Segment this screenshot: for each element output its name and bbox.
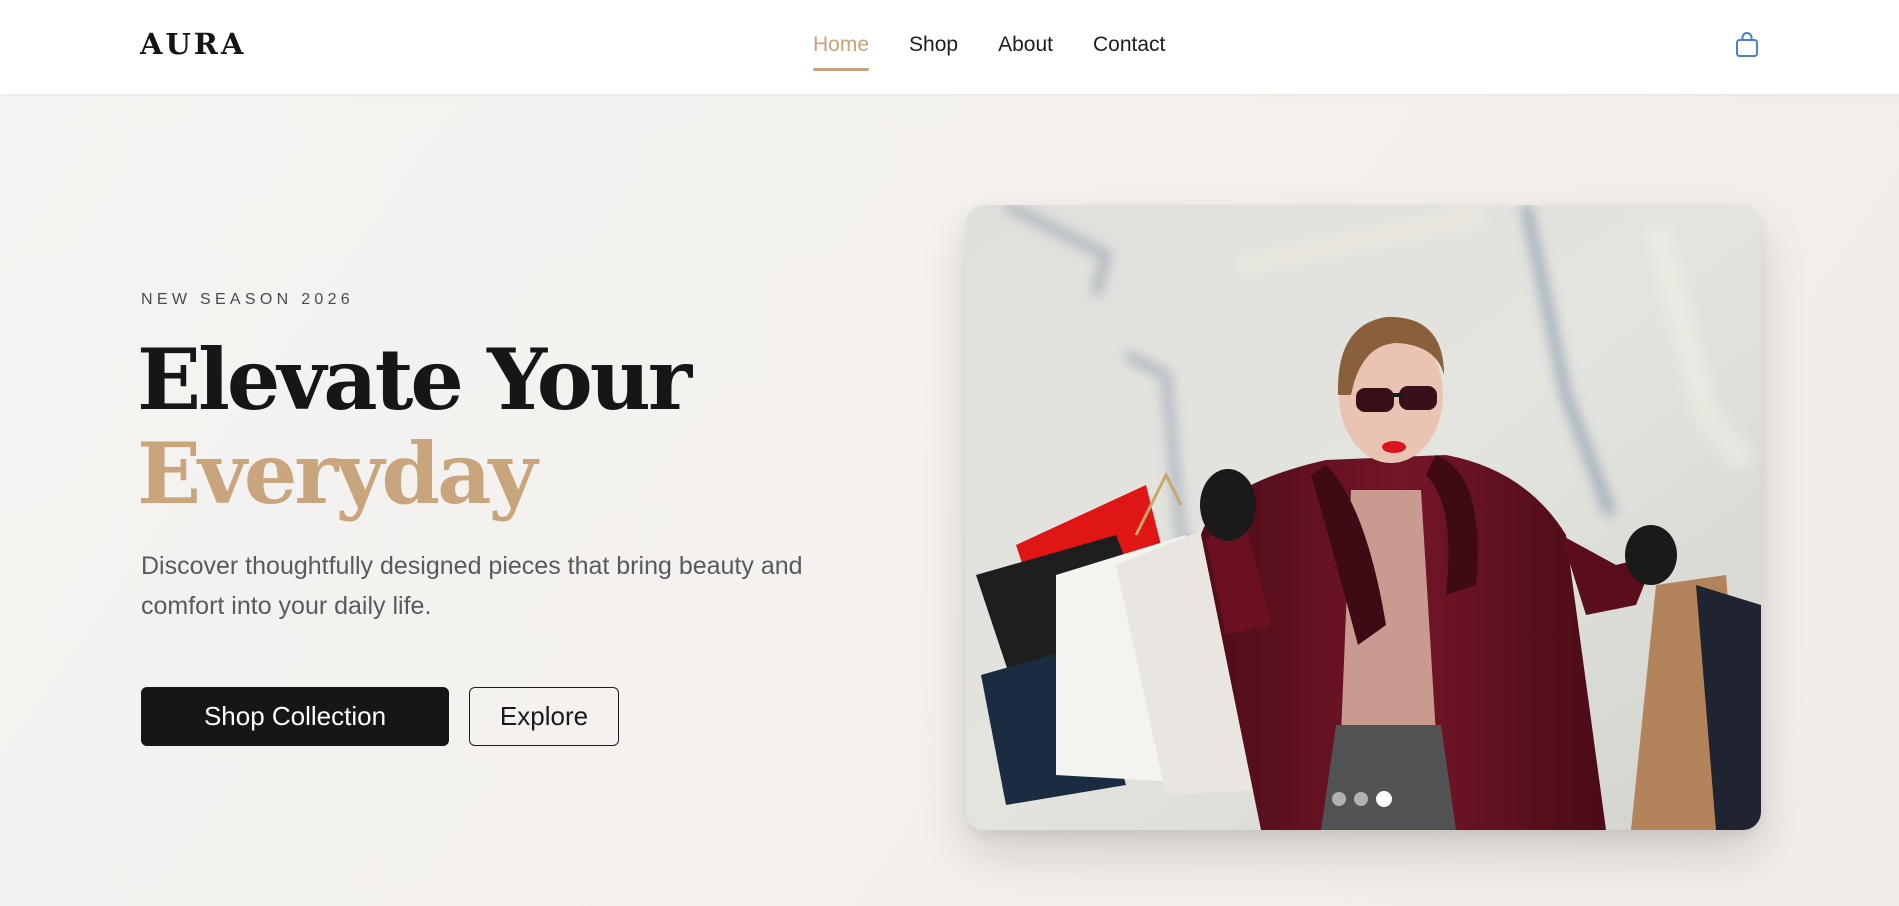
hero-image-card <box>966 205 1761 830</box>
shop-collection-button[interactable]: Shop Collection <box>141 687 449 746</box>
headline-line-2: Everyday <box>137 424 537 523</box>
carousel-dot-2[interactable] <box>1354 792 1368 806</box>
brand-logo[interactable]: AURA <box>140 27 246 61</box>
hero-eyebrow: NEW SEASON 2026 <box>141 291 354 308</box>
hero-headline: Elevate Your Everyday <box>137 330 692 523</box>
headline-line-1: Elevate Your <box>137 330 692 429</box>
nav-item-about[interactable]: About <box>998 33 1053 73</box>
shopping-bag-icon[interactable] <box>1734 31 1760 59</box>
hero-subtitle: Discover thoughtfully designed pieces th… <box>141 552 803 620</box>
carousel-indicators <box>1332 791 1392 807</box>
explore-button[interactable]: Explore <box>469 687 619 746</box>
main-nav: Home Shop About Contact <box>813 33 1165 73</box>
hero-photo-woman-shopping <box>966 205 1761 830</box>
site-header: AURA Home Shop About Contact <box>0 0 1899 94</box>
nav-item-home[interactable]: Home <box>813 33 870 73</box>
nav-item-contact[interactable]: Contact <box>1093 33 1165 73</box>
nav-item-shop[interactable]: Shop <box>909 33 958 73</box>
carousel-dot-1[interactable] <box>1332 792 1346 806</box>
carousel-dot-3[interactable] <box>1376 791 1392 807</box>
